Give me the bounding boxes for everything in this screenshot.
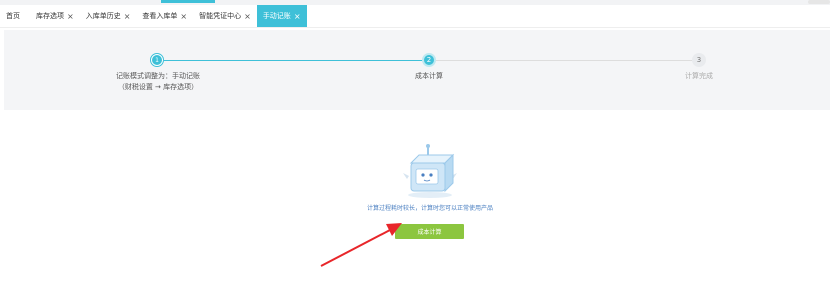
tab-label: 智能凭证中心 bbox=[199, 12, 242, 20]
close-icon[interactable]: × bbox=[67, 12, 74, 21]
step-1-label: 记账模式调整为：手动记账 （财税设置 → 库存选项） bbox=[108, 71, 208, 93]
calculation-hint: 计算过程耗时较长，计算时您可以正常使用产品 bbox=[366, 205, 493, 212]
tab-receipt-history[interactable]: 入库单历史 × bbox=[80, 5, 137, 27]
tab-label: 查看入库单 bbox=[142, 12, 178, 20]
step-1-number: 1 bbox=[152, 55, 162, 65]
tab-voucher-center[interactable]: 智能凭证中心 × bbox=[193, 5, 257, 27]
top-accent-bar bbox=[161, 0, 215, 3]
tab-bar: 首页 库存选项 × 入库单历史 × 查看入库单 × 智能凭证中心 × 手动记账 … bbox=[0, 5, 830, 28]
steps-bar: 1 2 3 记账模式调整为：手动记账 （财税设置 → 库存选项） 成本计算 计算… bbox=[4, 30, 830, 110]
step-connector-todo bbox=[436, 60, 692, 61]
step-1-indicator: 1 bbox=[150, 53, 164, 67]
step-1-label-line1: 记账模式调整为：手动记账 bbox=[116, 72, 200, 80]
step-1-label-line2: （财税设置 → 库存选项） bbox=[117, 83, 199, 91]
close-icon[interactable]: × bbox=[244, 12, 251, 21]
cost-calculation-button[interactable]: 成本计算 bbox=[395, 224, 464, 239]
tab-view-receipt[interactable]: 查看入库单 × bbox=[136, 5, 193, 27]
step-3-label: 计算完成 bbox=[685, 72, 713, 80]
tab-inventory-options[interactable]: 库存选项 × bbox=[30, 5, 80, 27]
tab-manual-bookkeeping[interactable]: 手动记账 × bbox=[256, 5, 307, 27]
step-2-indicator: 2 bbox=[422, 53, 436, 67]
tab-label: 库存选项 bbox=[36, 12, 64, 20]
close-icon[interactable]: × bbox=[294, 12, 301, 21]
tab-label: 首页 bbox=[6, 12, 20, 20]
step-connector-done bbox=[164, 60, 422, 61]
step-3-indicator: 3 bbox=[692, 53, 706, 67]
step-2-label: 成本计算 bbox=[415, 72, 443, 80]
tab-label: 入库单历史 bbox=[85, 12, 121, 20]
step-3-number: 3 bbox=[696, 56, 702, 64]
cube-robot-illustration bbox=[403, 144, 457, 198]
top-scroll-handle bbox=[808, 0, 830, 4]
step-2-number: 2 bbox=[426, 56, 432, 64]
close-icon[interactable]: × bbox=[180, 12, 187, 21]
tab-home[interactable]: 首页 bbox=[0, 5, 30, 27]
close-icon[interactable]: × bbox=[124, 12, 131, 21]
tab-label: 手动记账 bbox=[262, 12, 291, 20]
